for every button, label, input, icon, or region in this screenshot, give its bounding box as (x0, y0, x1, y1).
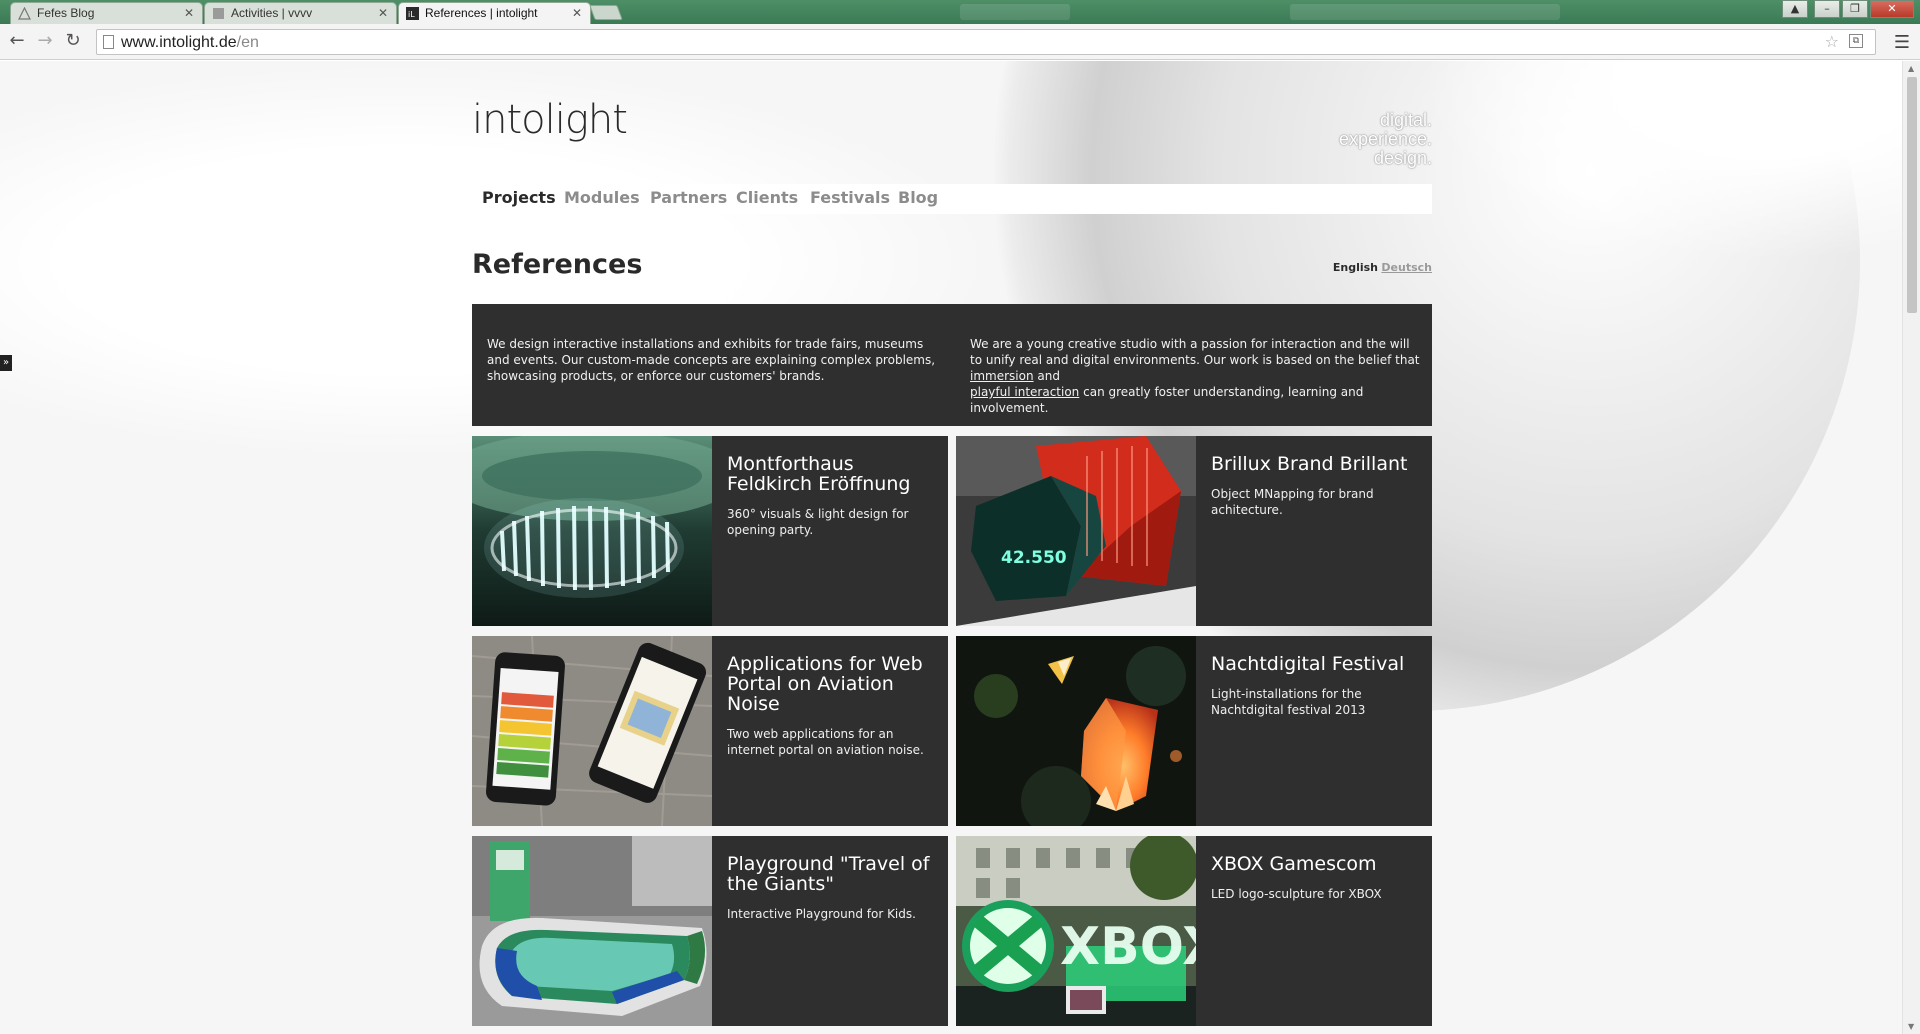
url-host: www.intolight.de (121, 34, 237, 51)
intolight-favicon-icon: iL (406, 7, 419, 20)
back-arrow-icon[interactable]: ← (6, 30, 28, 52)
project-title[interactable]: Applications for Web Portal on Aviation … (727, 654, 937, 714)
nav-projects[interactable]: Projects (482, 188, 556, 207)
intro-panel: We design interactive installations and … (472, 304, 1432, 426)
language-english[interactable]: English (1333, 261, 1378, 274)
project-title[interactable]: Montforthaus Feldkirch Eröffnung (727, 454, 937, 494)
tab-close-icon[interactable]: ✕ (572, 3, 582, 23)
tagline-line: design. (1373, 148, 1432, 168)
bookmark-star-icon[interactable]: ☆ (1825, 32, 1839, 51)
url-text[interactable]: www.intolight.de/en (121, 34, 259, 52)
scroll-down-arrow-icon[interactable]: ▼ (1908, 1022, 1914, 1031)
warning-icon (18, 7, 31, 20)
nav-blog[interactable]: Blog (898, 188, 938, 207)
project-description: LED logo-sculpture for XBOX (1211, 887, 1382, 901)
maximize-button[interactable]: ❐ (1842, 0, 1868, 18)
project-text: Montforthaus Feldkirch Eröffnung 360° vi… (727, 454, 937, 538)
tab-title: Fefes Blog (37, 6, 95, 20)
svg-text:iL: iL (408, 10, 415, 19)
project-image-chandelier[interactable] (472, 436, 712, 626)
page-title: References (472, 249, 643, 280)
tab-close-icon[interactable]: ✕ (378, 3, 388, 23)
nav-clients[interactable]: Clients (736, 188, 798, 207)
intro-text-right: We are a young creative studio with a pa… (970, 336, 1420, 416)
extension-icon[interactable]: ⧉ (1849, 34, 1863, 48)
site-logo[interactable]: intolight (472, 97, 628, 143)
tab-fefes-blog[interactable]: Fefes Blog ✕ (10, 2, 203, 24)
project-text: Nachtdigital Festival Light-installation… (1211, 654, 1421, 718)
titlebar-blur (960, 4, 1070, 20)
playful-interaction-link[interactable]: playful interaction (970, 385, 1079, 399)
project-text: XBOX Gamescom LED logo-sculpture for XBO… (1211, 854, 1421, 902)
project-text: Playground "Travel of the Giants" Intera… (727, 854, 937, 922)
tagline-line: digital. (1379, 110, 1432, 130)
tab-title: References | intolight (425, 6, 538, 20)
minimize-button[interactable]: – (1814, 0, 1840, 18)
project-text: Applications for Web Portal on Aviation … (727, 654, 937, 758)
project-description: Object MNapping for brand achitecture. (1211, 487, 1374, 517)
intro-text-left: We design interactive installations and … (487, 337, 936, 383)
browser-titlebar: Fefes Blog ✕ Activities | vvvv ✕ iL Refe… (0, 0, 1920, 24)
project-card-xbox[interactable]: XBOX XBOX Gamescom LED logo-sculpture fo… (956, 836, 1432, 1026)
nav-festivals[interactable]: Festivals (810, 188, 890, 207)
browser-menu-icon[interactable]: ☰ (1894, 32, 1910, 53)
project-title[interactable]: Playground "Travel of the Giants" (727, 854, 937, 894)
project-description: Light-installations for the Nachtdigital… (1211, 687, 1366, 717)
project-description: Two web applications for an internet por… (727, 727, 924, 757)
main-navigation: Projects Modules Partners Clients Festiv… (472, 184, 1432, 214)
address-bar[interactable]: www.intolight.de/en ☆ ⧉ (96, 29, 1876, 55)
project-description: Interactive Playground for Kids. (727, 907, 916, 921)
user-profile-button[interactable]: ▲ (1782, 0, 1808, 18)
page-viewport: » intolight digital. experience. design.… (0, 61, 1902, 1034)
side-toggle-button[interactable]: » (0, 355, 12, 371)
project-card-montforthaus[interactable]: Montforthaus Feldkirch Eröffnung 360° vi… (472, 436, 948, 626)
tab-references-intolight[interactable]: iL References | intolight ✕ (398, 2, 591, 24)
project-title[interactable]: XBOX Gamescom (1211, 854, 1421, 874)
tagline-line: experience. (1338, 129, 1432, 149)
page-icon (103, 35, 114, 49)
forward-arrow-icon[interactable]: → (34, 30, 56, 52)
project-title[interactable]: Brillux Brand Brillant (1211, 454, 1421, 474)
project-card-nachtdigital[interactable]: Nachtdigital Festival Light-installation… (956, 636, 1432, 826)
nav-partners[interactable]: Partners (650, 188, 727, 207)
project-image-playground[interactable] (472, 836, 712, 1026)
xbox-logo-text: XBOX (1060, 917, 1196, 977)
immersion-link[interactable]: immersion (970, 369, 1034, 383)
tab-close-icon[interactable]: ✕ (184, 3, 194, 23)
project-image-phones[interactable] (472, 636, 712, 826)
intro-text: and (1033, 369, 1060, 383)
tab-title: Activities | vvvv (231, 6, 313, 20)
page-favicon-icon (213, 8, 224, 19)
url-path: /en (236, 34, 259, 51)
scroll-up-arrow-icon[interactable]: ▲ (1908, 64, 1914, 73)
project-text: Brillux Brand Brillant Object MNapping f… (1211, 454, 1421, 518)
reload-icon[interactable]: ↻ (62, 30, 84, 52)
nav-modules[interactable]: Modules (564, 188, 640, 207)
brillux-counter-text: 42.550 (1001, 548, 1067, 568)
new-tab-button[interactable] (589, 5, 623, 20)
project-card-aviation-noise[interactable]: Applications for Web Portal on Aviation … (472, 636, 948, 826)
close-window-button[interactable]: ✕ (1870, 0, 1914, 18)
page-scrollbar[interactable]: ▲ ▼ (1902, 61, 1920, 1034)
browser-toolbar: ← → ↻ www.intolight.de/en ☆ ⧉ ☰ (0, 24, 1920, 60)
intro-text: We are a young creative studio with a pa… (970, 337, 1420, 367)
project-image-brillux[interactable]: 42.550 (956, 436, 1196, 626)
tab-activities-vvvv[interactable]: Activities | vvvv ✕ (204, 2, 397, 24)
tagline: digital. experience. design. (1339, 111, 1432, 168)
project-title[interactable]: Nachtdigital Festival (1211, 654, 1421, 674)
project-image-festival[interactable] (956, 636, 1196, 826)
scrollbar-thumb[interactable] (1907, 77, 1917, 313)
titlebar-blur (1290, 4, 1560, 20)
language-deutsch-link[interactable]: Deutsch (1381, 261, 1432, 274)
project-card-brillux[interactable]: 42.550 Brillux Brand Brillant Object MNa… (956, 436, 1432, 626)
project-card-playground[interactable]: Playground "Travel of the Giants" Intera… (472, 836, 948, 1026)
project-image-xbox[interactable]: XBOX (956, 836, 1196, 1026)
project-description: 360° visuals & light design for opening … (727, 507, 909, 537)
